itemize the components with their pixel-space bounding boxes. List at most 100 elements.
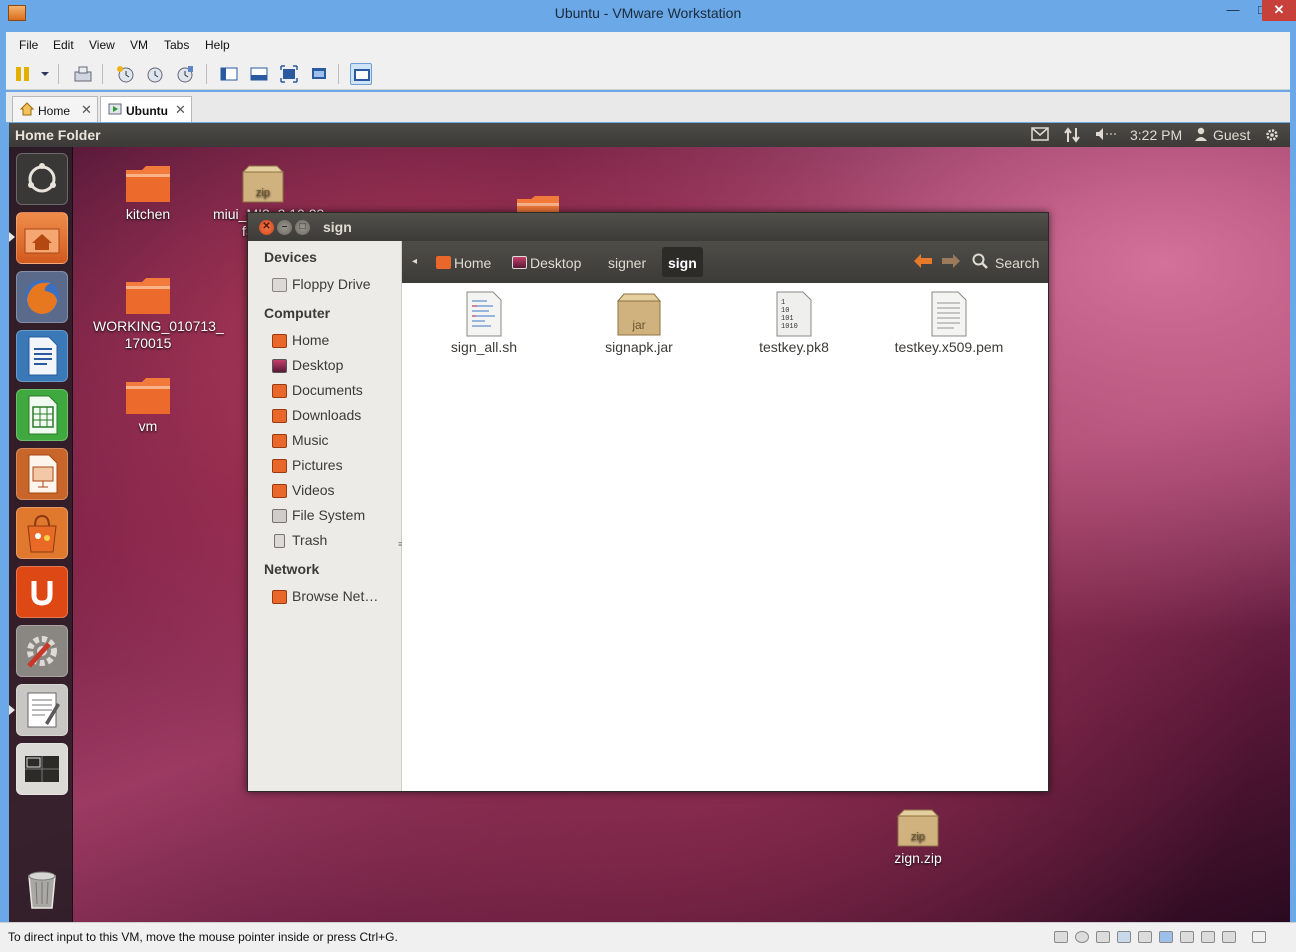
breadcrumb-home[interactable]: Home (436, 255, 491, 271)
desktop-icon-label: WORKING_010713_ (93, 318, 224, 334)
close-window-icon[interactable]: ✕ (259, 220, 274, 235)
file-name: testkey.x509.pem (894, 339, 1004, 355)
devices-header: Devices (264, 249, 317, 265)
desktop-icon-vm[interactable]: vm (93, 376, 203, 435)
libreoffice-writer-icon[interactable] (16, 330, 68, 382)
file-item-sign-all-sh[interactable]: sign_all.sh (419, 291, 549, 355)
dash-home-icon[interactable] (16, 153, 68, 205)
sidebar-item-videos[interactable]: Videos (272, 481, 400, 501)
floppy-status-icon[interactable] (1096, 931, 1110, 943)
desktop-icon-working[interactable]: WORKING_010713_ 170015 (93, 276, 224, 352)
stretch-view-icon[interactable] (1252, 931, 1266, 943)
file-view[interactable]: sign_all.sh jar signapk.jar 1 10 101 1010 t… (402, 283, 1048, 791)
sidebar-item-trash[interactable]: Trash (272, 531, 400, 551)
hard-drive-icon (272, 509, 287, 523)
sidebar-item-browse-network[interactable]: Browse Net… (272, 587, 400, 607)
sidebar-item-music[interactable]: Music (272, 431, 400, 451)
usb-status-icon[interactable] (1159, 931, 1173, 943)
power-dropdown-chevron-icon[interactable] (34, 63, 49, 85)
documents-folder-icon (272, 384, 287, 398)
close-tab-icon[interactable]: ✕ (81, 102, 92, 118)
send-ctrl-alt-del-icon[interactable] (72, 63, 94, 85)
gear-icon[interactable] (1264, 127, 1280, 146)
hard-disk-status-icon[interactable] (1054, 931, 1068, 943)
zip-archive-icon: zip (896, 809, 940, 847)
breadcrumb-desktop[interactable]: Desktop (512, 255, 581, 271)
search-button[interactable]: Search (995, 255, 1039, 271)
music-folder-icon (272, 434, 287, 448)
user-name[interactable]: Guest (1213, 127, 1250, 143)
workspace-switcher-icon[interactable] (16, 743, 68, 795)
menu-tabs[interactable]: Tabs (164, 38, 189, 52)
back-arrow-icon[interactable] (912, 252, 934, 273)
sidebar-item-downloads[interactable]: Downloads (272, 406, 400, 426)
home-folder-launcher-icon[interactable] (16, 212, 68, 264)
clock-time[interactable]: 3:22 PM (1130, 127, 1182, 143)
thumbnail-bar-icon[interactable] (248, 63, 270, 85)
tab-home[interactable]: Home ✕ (12, 96, 98, 122)
volume-icon[interactable] (1095, 127, 1117, 144)
console-view-icon[interactable] (350, 63, 372, 85)
vm-running-icon (108, 102, 122, 116)
search-icon[interactable] (972, 253, 988, 272)
menu-view[interactable]: View (89, 38, 115, 52)
menu-vm[interactable]: VM (130, 38, 148, 52)
show-library-icon[interactable] (218, 63, 240, 85)
file-item-signapk-jar[interactable]: jar signapk.jar (574, 291, 704, 355)
menu-edit[interactable]: Edit (53, 38, 74, 52)
message-status-icon[interactable] (1222, 931, 1236, 943)
forward-arrow-icon[interactable] (940, 252, 962, 273)
display-status-icon[interactable] (1201, 931, 1215, 943)
ubuntu-one-icon[interactable] (16, 566, 68, 618)
desktop-icon-zign-zip[interactable]: zip zign.zip (863, 808, 973, 867)
libreoffice-impress-icon[interactable] (16, 448, 68, 500)
close-button[interactable]: ✕ (1262, 0, 1296, 21)
sidebar-item-file-system[interactable]: File System (272, 506, 400, 526)
breadcrumb-sign[interactable]: sign (662, 247, 703, 277)
mail-icon[interactable] (1031, 127, 1049, 144)
folder-icon (126, 378, 170, 414)
sound-status-icon[interactable] (1180, 931, 1194, 943)
desktop-icon-kitchen[interactable]: kitchen (93, 164, 203, 223)
cd-dvd-status-icon[interactable] (1075, 931, 1089, 943)
firefox-icon[interactable] (16, 271, 68, 323)
window-title: sign (323, 219, 352, 235)
text-editor-icon[interactable] (16, 684, 68, 736)
file-item-testkey-pk8[interactable]: 1 10 101 1010 testkey.pk8 (729, 291, 859, 355)
sidebar-item-desktop[interactable]: Desktop (272, 356, 400, 376)
minimize-button[interactable]: — (1219, 0, 1247, 21)
menu-help[interactable]: Help (205, 38, 230, 52)
menu-file[interactable]: File (19, 38, 38, 52)
file-manager-titlebar[interactable]: ✕ – □ sign (248, 213, 1048, 241)
minimize-window-icon[interactable]: – (277, 220, 292, 235)
sidebar-item-floppy-drive[interactable]: Floppy Drive (272, 275, 400, 295)
sidebar-item-home[interactable]: Home (272, 331, 400, 351)
ubuntu-software-center-icon[interactable] (16, 507, 68, 559)
snapshot-icon[interactable] (114, 63, 136, 85)
revert-snapshot-icon[interactable] (144, 63, 166, 85)
unity-mode-icon[interactable] (308, 63, 330, 85)
sidebar-item-pictures[interactable]: Pictures (272, 456, 400, 476)
path-scroll-left-icon[interactable]: ◂ (412, 256, 417, 267)
tab-ubuntu[interactable]: Ubuntu ✕ (100, 96, 192, 122)
network-icon[interactable] (1063, 127, 1081, 146)
breadcrumb-signer[interactable]: signer (608, 255, 646, 271)
file-item-testkey-x509-pem[interactable]: testkey.x509.pem (884, 291, 1014, 355)
close-tab-icon[interactable]: ✕ (175, 102, 186, 118)
ubuntu-top-panel: Home Folder 3:22 PM Guest (9, 123, 1290, 147)
network-adapter-status-icon[interactable] (1117, 931, 1131, 943)
desktop-icon-label: vm (138, 418, 158, 434)
home-folder-icon (436, 256, 451, 269)
system-settings-icon[interactable] (16, 625, 68, 677)
pause-icon[interactable] (12, 63, 34, 85)
printer-status-icon[interactable] (1138, 931, 1152, 943)
full-screen-icon[interactable] (278, 63, 300, 85)
desktop-icon-label: zign.zip (894, 850, 942, 866)
user-icon (1195, 127, 1207, 144)
sidebar-item-documents[interactable]: Documents (272, 381, 400, 401)
maximize-window-icon[interactable]: □ (295, 220, 310, 235)
file-name: sign_all.sh (450, 339, 518, 355)
trash-icon[interactable] (16, 863, 68, 915)
libreoffice-calc-icon[interactable] (16, 389, 68, 441)
snapshot-manager-icon[interactable] (174, 63, 196, 85)
